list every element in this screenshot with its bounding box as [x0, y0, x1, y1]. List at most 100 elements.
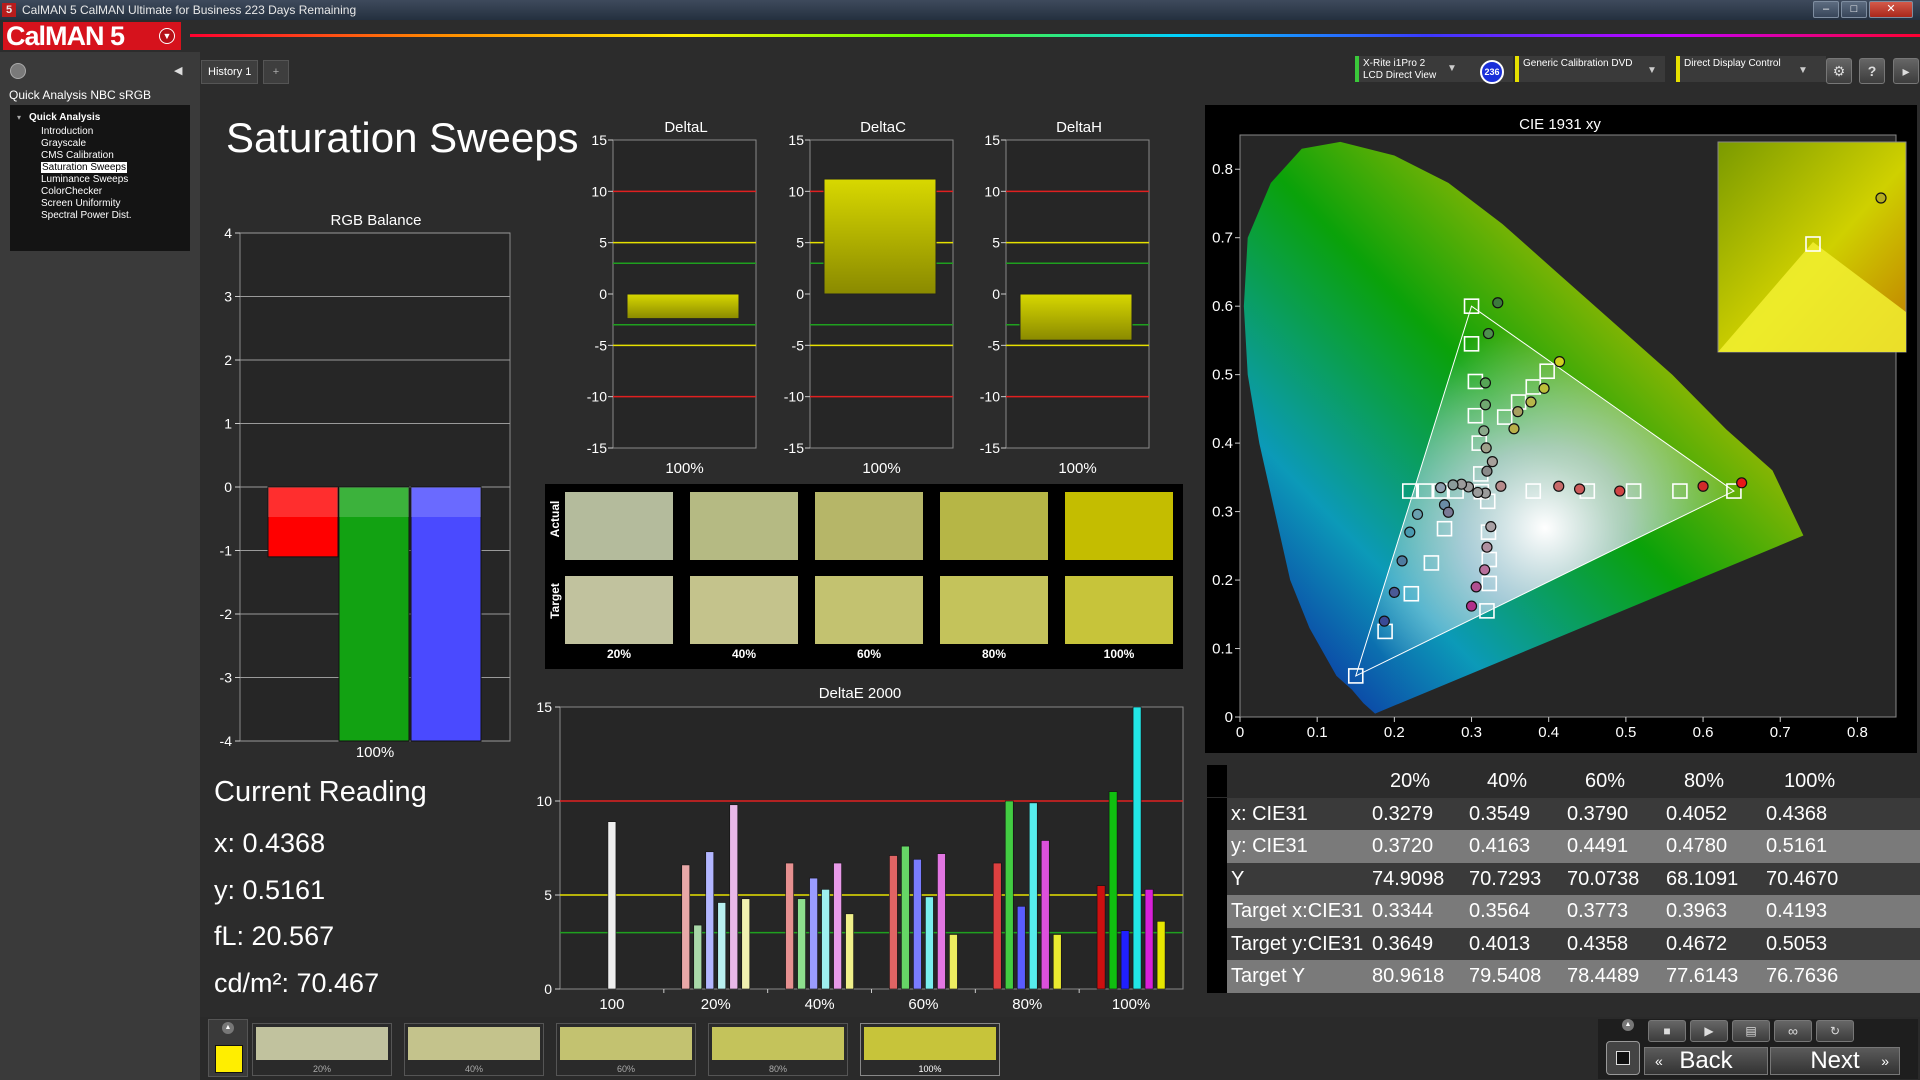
tree-item-screen-uniformity[interactable]: Screen Uniformity [41, 198, 120, 209]
current-y: y: 0.5161 [214, 875, 326, 905]
deltae-bar [845, 913, 854, 990]
tree-item-luminance-sweeps[interactable]: Luminance Sweeps [41, 174, 128, 185]
table-row-marker [1207, 927, 1227, 960]
source-selector[interactable]: Generic Calibration DVD [1515, 56, 1665, 82]
close-button[interactable]: ✕ [1869, 1, 1913, 18]
cie-measured-point [1485, 521, 1497, 533]
rgb-bar-b [410, 486, 482, 742]
meter-badge[interactable]: 236 [1480, 60, 1504, 84]
tree-item-cms-calibration[interactable]: CMS Calibration [41, 150, 114, 161]
delta-xlabel: 100% [1058, 460, 1096, 475]
play-button[interactable]: ▶ [1690, 1020, 1728, 1042]
delta-chart-deltah: 15 10 5 0 -5 -10 -15 100% [980, 132, 1150, 475]
delta-bar [823, 178, 937, 295]
deltae-bar [693, 924, 703, 990]
calman-logo-menu[interactable]: CalMAN 5 ▼ [3, 22, 181, 50]
deltae-bar [717, 902, 727, 990]
bottom-swatch-80[interactable]: 80% [708, 1023, 848, 1076]
tree-item-saturation-sweeps[interactable]: Saturation Sweeps [41, 162, 127, 173]
tree-expand-icon[interactable]: ▾ [17, 113, 21, 122]
delta-tick-label: -15 [784, 440, 804, 456]
refresh-icon: ↻ [1829, 1024, 1841, 1038]
deltae-bar [949, 934, 958, 990]
deltae-bar [681, 864, 691, 990]
delta-tick-label: 10 [591, 183, 607, 199]
table-cell: 0.3344 [1372, 900, 1434, 922]
rgb-tick-label: 3 [224, 289, 232, 305]
tree-item-colorchecker[interactable]: ColorChecker [41, 186, 102, 197]
expand-right-panel-icon[interactable]: ▸ [1893, 58, 1919, 84]
bottom-swatch-fill [560, 1027, 692, 1060]
delta-tick-label: 15 [591, 132, 607, 148]
current-x: x: 0.4368 [214, 828, 326, 858]
current-reading-title: Current Reading [214, 776, 427, 808]
swatch-label: 20% [606, 647, 632, 661]
cie-measured-point [1573, 483, 1586, 495]
tree-item-grayscale[interactable]: Grayscale [41, 138, 86, 149]
tree-item-spectral-power-dist-[interactable]: Spectral Power Dist. [41, 210, 132, 221]
next-button[interactable]: Next » [1770, 1047, 1900, 1075]
collapse-up-icon[interactable]: ▲ [1622, 1019, 1634, 1031]
display-chevron-icon: ▼ [1798, 65, 1808, 76]
delta-tick-label: -5 [988, 337, 1001, 353]
table-row-marker [1207, 797, 1227, 830]
rgb-bar-shine [411, 487, 481, 517]
meter-chevron-icon: ▼ [1447, 63, 1457, 74]
cie-y-tick-label: 0.7 [1212, 230, 1233, 247]
target-row-label: Target [548, 583, 562, 619]
tree-root-quick-analysis[interactable]: Quick Analysis [29, 112, 100, 123]
save-button[interactable]: ▤ [1732, 1020, 1770, 1042]
logo-text: CalMAN 5 [6, 21, 125, 51]
minimize-button[interactable]: – [1813, 1, 1839, 18]
stop-measure-button[interactable] [1606, 1041, 1640, 1075]
cie-measured-point [1481, 465, 1493, 477]
bottom-bar: ▲ 20% 40% 60% 80% 100% ▲ ■ ▶ ▤ ∞ ↻ « Back Nex… [200, 1017, 1920, 1080]
actual-swatch-60 [815, 492, 923, 560]
collapse-up-icon[interactable]: ▲ [222, 1022, 234, 1034]
table-cell: 78.4489 [1567, 965, 1640, 987]
cie-measured-point [1481, 541, 1493, 553]
delta-bar [1019, 293, 1133, 341]
deltae-bar [821, 889, 830, 990]
add-tab-button[interactable]: + [263, 60, 289, 84]
cie-measured-point [1553, 480, 1565, 492]
bottom-swatch-100[interactable]: 100% [860, 1023, 1000, 1076]
table-header-cell: 80% [1684, 770, 1725, 792]
tab-history-1[interactable]: History 1 [201, 60, 259, 84]
bottom-swatch-20[interactable]: 20% [252, 1023, 392, 1076]
cie-x-tick-label: 0.8 [1847, 724, 1868, 741]
tree-item-introduction[interactable]: Introduction [41, 126, 93, 137]
table-cell: 0.3720 [1372, 835, 1434, 857]
settings-button[interactable]: ⚙ [1826, 58, 1852, 84]
deltae-bar [1156, 921, 1166, 990]
stop-button[interactable]: ■ [1648, 1020, 1686, 1042]
panel-options-icon[interactable] [10, 63, 26, 79]
continuous-button[interactable]: ∞ [1774, 1020, 1812, 1042]
maximize-button[interactable]: □ [1841, 1, 1867, 18]
deltae-tick-label: 5 [544, 887, 552, 903]
cie-measured-point [1479, 564, 1491, 576]
bottom-swatch-label: 60% [616, 1064, 635, 1074]
back-button[interactable]: « Back [1644, 1047, 1768, 1075]
deltae-bar [1028, 802, 1038, 990]
rgb-tick-label: 1 [224, 416, 232, 432]
cie-measured-point [1396, 555, 1408, 567]
next-label: Next [1810, 1047, 1860, 1074]
bottom-swatch-fill [256, 1027, 388, 1060]
table-cell: 79.5408 [1469, 965, 1542, 987]
target-swatch-40 [690, 576, 798, 644]
refresh-button[interactable]: ↻ [1816, 1020, 1854, 1042]
bottom-swatch-40[interactable]: 40% [404, 1023, 544, 1076]
bottom-swatch-60[interactable]: 60% [556, 1023, 696, 1076]
help-button[interactable]: ? [1859, 58, 1885, 84]
cie-x-tick-label: 0.2 [1384, 724, 1405, 741]
collapse-panel-icon[interactable]: ◀ [174, 64, 182, 77]
table-corner [1207, 765, 1227, 797]
delta-tick-label: 10 [788, 183, 804, 199]
deltae-bar [1132, 706, 1142, 990]
delta-tick-label: -5 [792, 337, 805, 353]
deltae-xlabel: 60% [908, 996, 938, 1013]
table-cell: 0.5053 [1766, 932, 1828, 955]
current-color-box[interactable]: ▲ [208, 1019, 248, 1077]
cie-measured-point [1697, 480, 1709, 492]
